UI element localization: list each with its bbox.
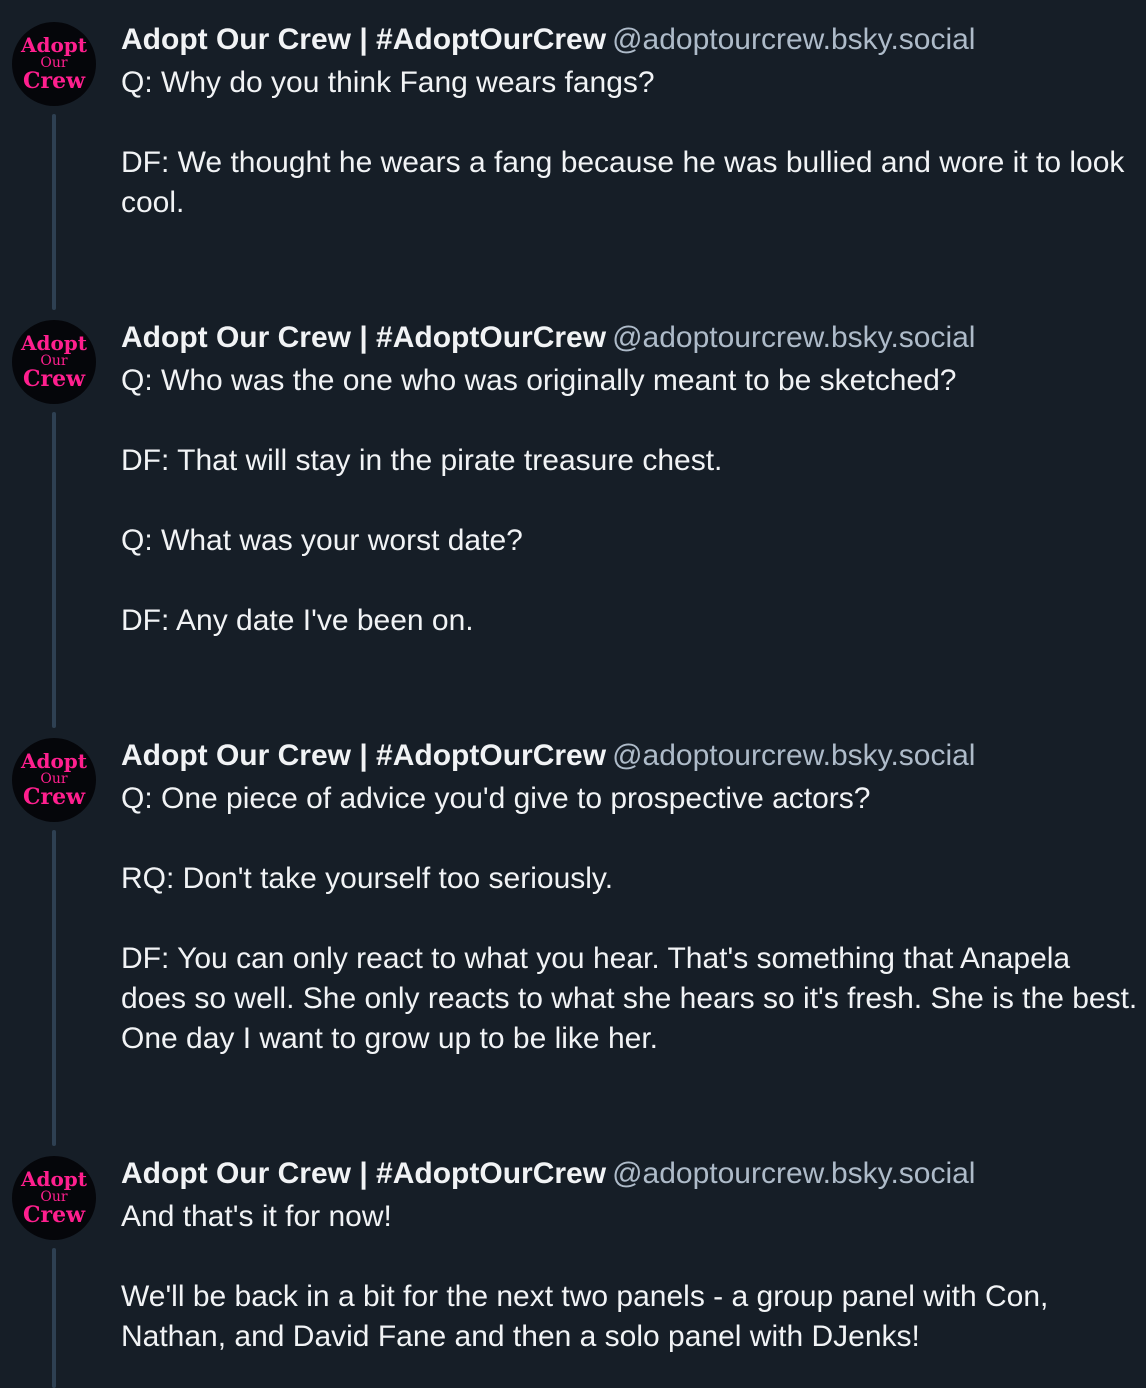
author-handle[interactable]: @adoptourcrew.bsky.social (612, 1157, 975, 1190)
svg-text:Crew: Crew (23, 784, 86, 810)
post-paragraph: DF: That will stay in the pirate treasur… (121, 444, 723, 477)
author-display-name[interactable]: Adopt Our Crew | #AdoptOurCrew (121, 739, 606, 772)
thread-connector-line (52, 1248, 56, 1388)
post-header: Adopt Our Crew | #AdoptOurCrew @adoptourc… (121, 738, 975, 774)
post-thread: Adopt Our Crew Adopt Our Crew | #AdoptOu… (0, 0, 1146, 1388)
avatar[interactable]: Adopt Our Crew (12, 738, 96, 822)
avatar[interactable]: Adopt Our Crew (12, 22, 96, 106)
svg-text:Crew: Crew (23, 366, 86, 392)
thread-connector-line (52, 114, 56, 310)
post-paragraph: RQ: Don't take yourself too seriously. (121, 862, 614, 895)
post-paragraph: DF: You can only react to what you hear.… (121, 942, 1138, 1055)
avatar[interactable]: Adopt Our Crew (12, 1156, 96, 1240)
post-text: Q: Why do you think Fang wears fangs? DF… (121, 63, 1141, 223)
svg-text:Adopt: Adopt (20, 749, 88, 773)
post-paragraph: And that's it for now! (121, 1200, 392, 1233)
post-text: Q: Who was the one who was originally me… (121, 361, 1141, 641)
thread-post[interactable]: Adopt Our Crew Adopt Our Crew | #AdoptOu… (0, 1134, 1146, 1388)
post-paragraph: We'll be back in a bit for the next two … (121, 1280, 1049, 1353)
post-paragraph: DF: Any date I've been on. (121, 604, 474, 637)
thread-post[interactable]: Adopt Our Crew Adopt Our Crew | #AdoptOu… (0, 0, 1146, 318)
post-header: Adopt Our Crew | #AdoptOurCrew @adoptourc… (121, 1156, 975, 1192)
thread-connector-line (52, 830, 56, 1146)
post-text: Q: One piece of advice you'd give to pro… (121, 779, 1141, 1059)
post-paragraph: Q: Who was the one who was originally me… (121, 364, 957, 397)
post-paragraph: Q: Why do you think Fang wears fangs? (121, 66, 655, 99)
author-handle[interactable]: @adoptourcrew.bsky.social (612, 23, 975, 56)
thread-post[interactable]: Adopt Our Crew Adopt Our Crew | #AdoptOu… (0, 298, 1146, 728)
author-handle[interactable]: @adoptourcrew.bsky.social (612, 739, 975, 772)
post-paragraph: Q: What was your worst date? (121, 524, 523, 557)
adopt-our-crew-logo: Adopt Our Crew (20, 749, 88, 810)
author-display-name[interactable]: Adopt Our Crew | #AdoptOurCrew (121, 23, 606, 56)
post-text: And that's it for now! We'll be back in … (121, 1197, 1141, 1357)
post-paragraph: DF: We thought he wears a fang because h… (121, 146, 1125, 219)
svg-text:Crew: Crew (23, 1202, 86, 1228)
author-handle[interactable]: @adoptourcrew.bsky.social (612, 321, 975, 354)
adopt-our-crew-logo: Adopt Our Crew (20, 33, 88, 94)
svg-text:Adopt: Adopt (20, 1167, 88, 1191)
adopt-our-crew-logo: Adopt Our Crew (20, 1167, 88, 1228)
thread-post[interactable]: Adopt Our Crew Adopt Our Crew | #AdoptOu… (0, 716, 1146, 1146)
adopt-our-crew-logo: Adopt Our Crew (20, 331, 88, 392)
svg-text:Adopt: Adopt (20, 331, 88, 355)
avatar[interactable]: Adopt Our Crew (12, 320, 96, 404)
author-display-name[interactable]: Adopt Our Crew | #AdoptOurCrew (121, 1157, 606, 1190)
author-display-name[interactable]: Adopt Our Crew | #AdoptOurCrew (121, 321, 606, 354)
post-paragraph: Q: One piece of advice you'd give to pro… (121, 782, 871, 815)
post-header: Adopt Our Crew | #AdoptOurCrew @adoptourc… (121, 22, 975, 58)
thread-connector-line (52, 412, 56, 728)
svg-text:Crew: Crew (23, 68, 86, 94)
post-header: Adopt Our Crew | #AdoptOurCrew @adoptourc… (121, 320, 975, 356)
svg-text:Adopt: Adopt (20, 33, 88, 57)
